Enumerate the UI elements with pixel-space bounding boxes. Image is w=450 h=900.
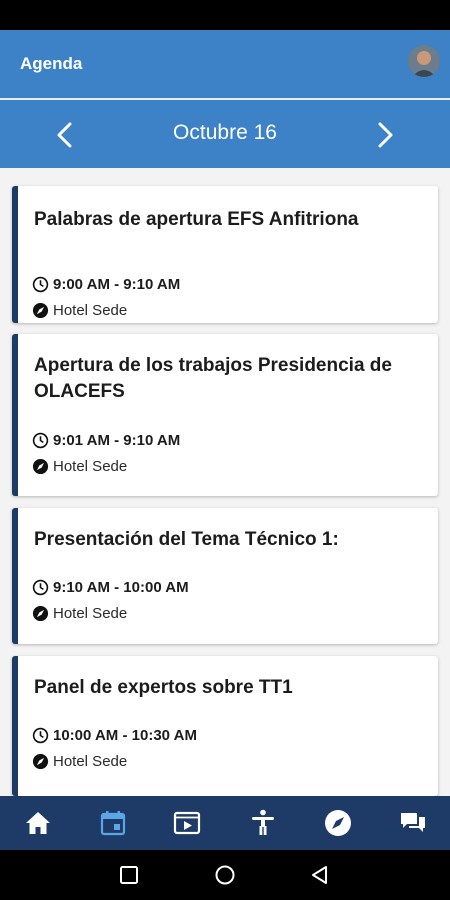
home-icon[interactable] <box>23 808 53 838</box>
compass-icon <box>32 753 49 769</box>
chat-icon[interactable] <box>398 808 428 838</box>
session-time: 9:01 AM - 9:10 AM <box>32 430 180 450</box>
calendar-icon[interactable] <box>98 808 128 838</box>
session-card[interactable]: Panel de expertos sobre TT1 10:00 AM - 1… <box>12 656 438 796</box>
session-title: Panel de expertos sobre TT1 <box>34 677 293 698</box>
session-location: Hotel Sede <box>32 603 127 623</box>
compass-icon <box>32 302 49 318</box>
clock-icon <box>32 276 49 292</box>
session-location-text: Hotel Sede <box>53 752 128 770</box>
user-avatar[interactable] <box>408 45 440 77</box>
session-time-text: 9:00 AM - 9:10 AM <box>53 275 181 293</box>
bottom-navigation <box>0 796 450 850</box>
avatar-image <box>408 45 440 77</box>
session-time-text: 10:00 AM - 10:30 AM <box>53 726 197 744</box>
session-location-text: Hotel Sede <box>53 301 128 319</box>
compass-icon[interactable] <box>323 808 353 838</box>
session-title: Apertura de los trabajos Presidencia de … <box>34 355 392 402</box>
compass-icon <box>32 605 49 621</box>
chevron-right-icon[interactable] <box>370 120 400 150</box>
session-time-text: 9:10 AM - 10:00 AM <box>53 578 189 596</box>
session-title: Presentación del Tema Técnico 1: <box>34 529 339 550</box>
session-card[interactable]: Presentación del Tema Técnico 1: 9:10 AM… <box>12 508 438 644</box>
video-icon[interactable] <box>172 808 202 838</box>
agenda-list[interactable]: Palabras de apertura EFS Anfitriona 9:00… <box>0 168 450 796</box>
compass-icon <box>32 458 49 474</box>
session-time: 9:00 AM - 9:10 AM <box>32 274 180 294</box>
home-circle-icon[interactable] <box>214 864 236 886</box>
session-location: Hotel Sede <box>32 751 127 771</box>
system-navigation-bar <box>0 850 450 900</box>
session-location: Hotel Sede <box>32 300 127 320</box>
session-card[interactable]: Apertura de los trabajos Presidencia de … <box>12 334 438 496</box>
page-title: Agenda <box>20 54 83 73</box>
session-time: 10:00 AM - 10:30 AM <box>32 725 197 745</box>
recents-icon[interactable] <box>118 864 140 886</box>
date-navigator: Octubre 16 <box>0 100 450 168</box>
session-card[interactable]: Palabras de apertura EFS Anfitriona 9:00… <box>12 186 438 323</box>
session-location-text: Hotel Sede <box>53 457 128 475</box>
back-icon[interactable] <box>309 864 331 886</box>
session-location: Hotel Sede <box>32 456 127 476</box>
status-bar <box>0 0 450 30</box>
session-time: 9:10 AM - 10:00 AM <box>32 577 189 597</box>
session-title: Palabras de apertura EFS Anfitriona <box>34 209 359 230</box>
session-location-text: Hotel Sede <box>53 604 128 622</box>
clock-icon <box>32 727 49 743</box>
session-time-text: 9:01 AM - 9:10 AM <box>53 431 181 449</box>
app-bar: Agenda <box>0 30 450 100</box>
clock-icon <box>32 579 49 595</box>
accessibility-icon[interactable] <box>248 808 278 838</box>
clock-icon <box>32 432 49 448</box>
